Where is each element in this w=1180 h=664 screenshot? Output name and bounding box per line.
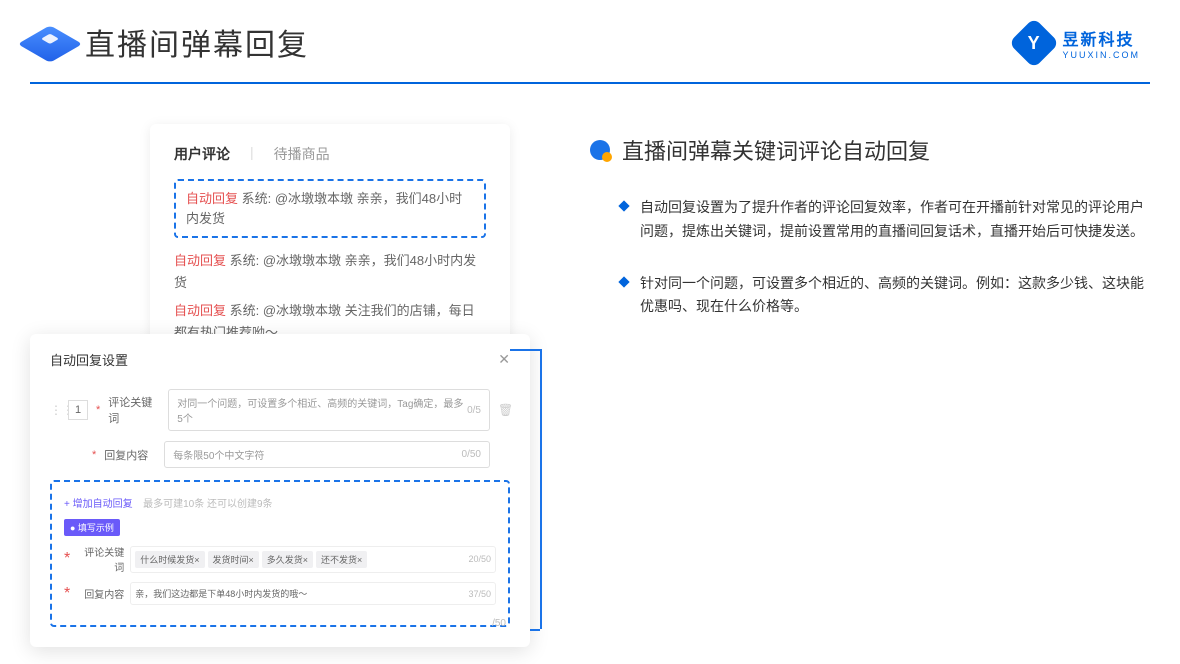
ex-content-counter: 37/50 bbox=[468, 589, 491, 599]
bottom-counter: /50 bbox=[492, 618, 506, 629]
tab-user-comments[interactable]: 用户评论 bbox=[174, 144, 230, 164]
auto-reply-tag: 自动回复 bbox=[174, 303, 226, 318]
auto-reply-settings-card: 自动回复设置 ✕ ⋮⋮ 1 * 评论关键词 对同一个问题，可设置多个相近、高频的… bbox=[30, 334, 530, 647]
required-dot: * bbox=[64, 585, 70, 603]
bullet-item: 针对同一个问题，可设置多个相近的、高频的关键词。例如：这款多少钱、这块能优惠吗、… bbox=[620, 272, 1150, 320]
keyword-label: 评论关键词 bbox=[108, 394, 160, 426]
ex-content-text: 亲，我们这边都是下单48小时内发货的哦～ bbox=[135, 587, 307, 600]
keyword-row: ⋮⋮ 1 * 评论关键词 对同一个问题，可设置多个相近、高频的关键词，Tag确定… bbox=[50, 389, 510, 431]
content-input[interactable]: 每条限50个中文字符 0/50 bbox=[164, 441, 490, 468]
keyword-tags-input[interactable]: 什么时候发货× 发货时间× 多久发货× 还不发货× 20/50 bbox=[130, 546, 496, 573]
connector-line bbox=[510, 349, 540, 351]
content-placeholder: 每条限50个中文字符 bbox=[173, 447, 264, 462]
diamond-icon bbox=[618, 276, 629, 287]
keyword-tag[interactable]: 什么时候发货× bbox=[135, 551, 204, 568]
tab-separator: | bbox=[250, 144, 254, 164]
add-auto-reply-link[interactable]: + 增加自动回复 bbox=[64, 495, 133, 510]
example-content-input[interactable]: 亲，我们这边都是下单48小时内发货的哦～ 37/50 bbox=[130, 582, 496, 605]
required-dot: * bbox=[64, 550, 70, 568]
ex-content-label: 回复内容 bbox=[76, 586, 124, 601]
required-dot: * bbox=[96, 404, 100, 416]
example-badge: ● 填写示例 bbox=[64, 519, 120, 536]
settings-title: 自动回复设置 bbox=[50, 350, 128, 369]
brand-logo: 昱新科技 YUUXIN.COM bbox=[1016, 25, 1140, 61]
comment-tabs: 用户评论 | 待播商品 bbox=[174, 144, 486, 164]
close-icon[interactable]: ✕ bbox=[498, 351, 510, 368]
content-label: 回复内容 bbox=[104, 447, 156, 463]
section-heading: 直播间弹幕关键词评论自动回复 bbox=[622, 134, 930, 166]
keyword-counter: 0/5 bbox=[467, 405, 481, 416]
trash-icon[interactable]: 🗑 bbox=[498, 403, 510, 417]
brand-icon bbox=[1009, 18, 1060, 69]
cube-icon bbox=[30, 22, 70, 62]
keyword-input[interactable]: 对同一个问题，可设置多个相近、高频的关键词，Tag确定，最多5个 0/5 bbox=[168, 389, 490, 431]
comment-item: 自动回复 系统: @冰墩墩本墩 亲亲，我们48小时内发货 bbox=[174, 250, 486, 294]
connector-line bbox=[530, 629, 540, 631]
tab-pending-goods[interactable]: 待播商品 bbox=[274, 144, 330, 164]
ex-kw-counter: 20/50 bbox=[468, 554, 491, 564]
add-hint: 最多可建10条 还可以创建9条 bbox=[143, 499, 272, 510]
content-row: * 回复内容 每条限50个中文字符 0/50 bbox=[50, 441, 510, 468]
example-keyword-row: * 评论关键词 什么时候发货× 发货时间× 多久发货× 还不发货× 20/50 bbox=[64, 544, 496, 574]
bullet-item: 自动回复设置为了提升作者的评论回复效率，作者可在开播前针对常见的评论用户问题，提… bbox=[620, 196, 1150, 244]
section-title-row: 直播间弹幕关键词评论自动回复 bbox=[590, 134, 1150, 166]
ex-keyword-label: 评论关键词 bbox=[76, 544, 124, 574]
bullet-circle-icon bbox=[590, 140, 610, 160]
keyword-tag[interactable]: 多久发货× bbox=[262, 551, 313, 568]
bullet-text: 自动回复设置为了提升作者的评论回复效率，作者可在开播前针对常见的评论用户问题，提… bbox=[640, 196, 1150, 244]
brand-url: YUUXIN.COM bbox=[1062, 50, 1140, 60]
auto-reply-tag: 自动回复 bbox=[186, 191, 238, 206]
content-counter: 0/50 bbox=[462, 449, 481, 460]
auto-reply-tag: 自动回复 bbox=[174, 253, 226, 268]
row-number: 1 bbox=[68, 400, 88, 420]
example-content-row: * 回复内容 亲，我们这边都是下单48小时内发货的哦～ 37/50 bbox=[64, 582, 496, 605]
page-title: 直播间弹幕回复 bbox=[85, 20, 309, 64]
highlighted-comment: 自动回复 系统: @冰墩墩本墩 亲亲，我们48小时内发货 bbox=[174, 179, 486, 238]
required-dot: * bbox=[92, 449, 96, 461]
bullet-text: 针对同一个问题，可设置多个相近的、高频的关键词。例如：这款多少钱、这块能优惠吗、… bbox=[640, 272, 1150, 320]
page-header: 直播间弹幕回复 bbox=[0, 0, 1180, 74]
drag-handle-icon[interactable]: ⋮⋮ bbox=[50, 403, 60, 417]
brand-name: 昱新科技 bbox=[1062, 26, 1140, 50]
example-box: + 增加自动回复 最多可建10条 还可以创建9条 ● 填写示例 * 评论关键词 … bbox=[50, 480, 510, 627]
connector-line bbox=[540, 349, 542, 629]
diamond-icon bbox=[618, 200, 629, 211]
keyword-tag[interactable]: 发货时间× bbox=[208, 551, 259, 568]
keyword-tag[interactable]: 还不发货× bbox=[316, 551, 367, 568]
keyword-placeholder: 对同一个问题，可设置多个相近、高频的关键词，Tag确定，最多5个 bbox=[177, 395, 467, 425]
